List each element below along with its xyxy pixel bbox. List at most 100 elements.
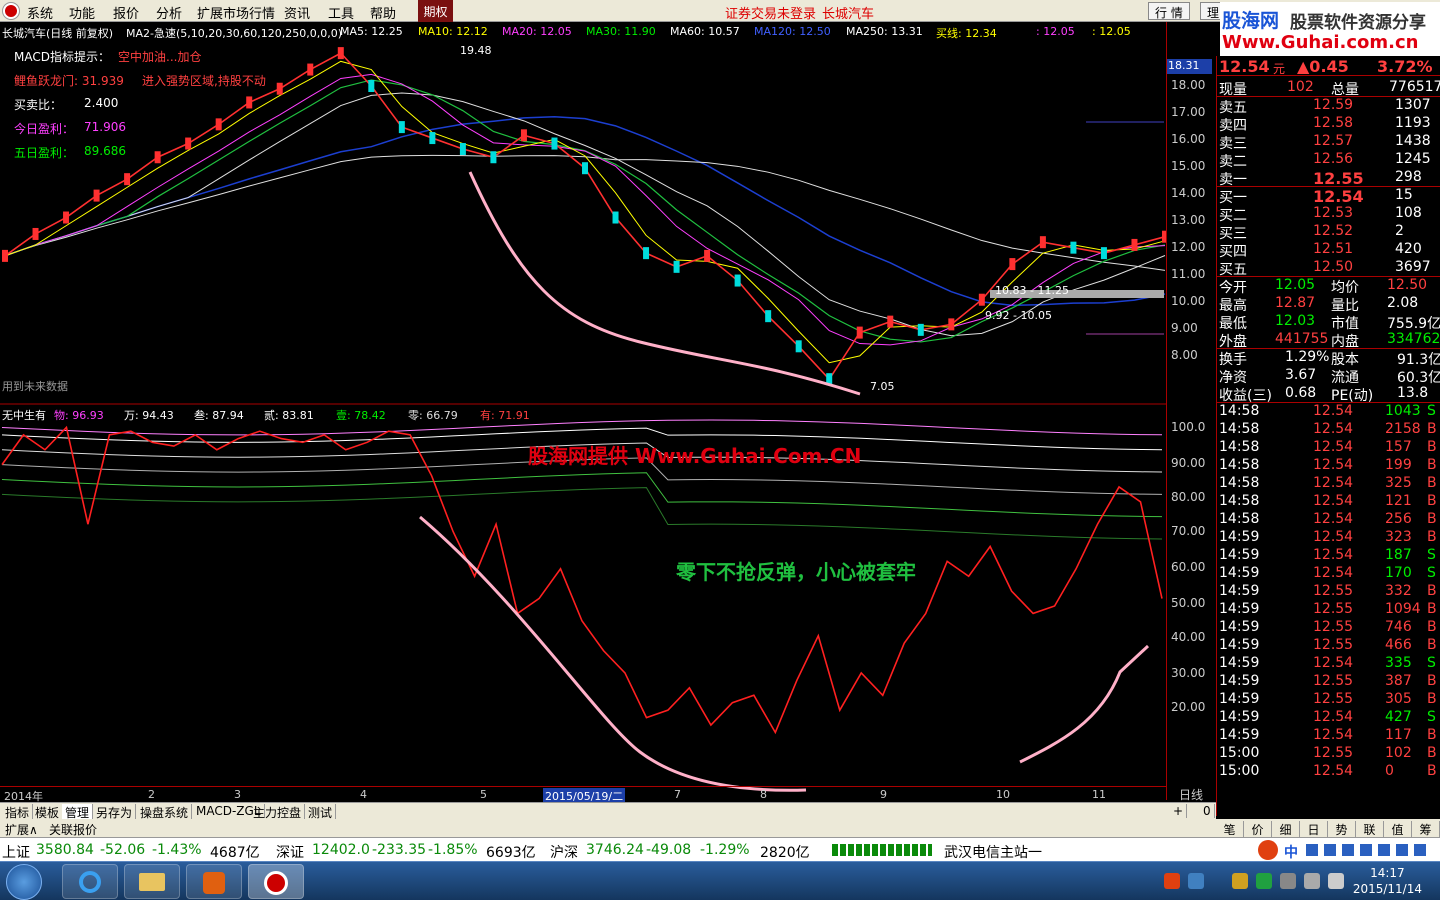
brand-banner: 股海网 股票软件资源分享 Www.Guhai.com.cn [1220, 2, 1440, 56]
chart-area[interactable]: 长城汽车(日线 前复权) MA2-急速(5,10,20,30,60,120,25… [0, 22, 1166, 802]
hangqing-button[interactable]: 行 情 [1148, 2, 1190, 20]
tray-flag-icon[interactable] [1280, 873, 1296, 889]
stock-app-taskbar-icon[interactable] [248, 864, 304, 899]
candle [1100, 247, 1107, 260]
login-status[interactable]: 证券交易未登录 [725, 3, 816, 22]
ma10-value: MA10: 12.12 [418, 25, 488, 38]
osc-name: 无中生有 [2, 409, 46, 422]
tick-volume: 121 [1385, 493, 1412, 509]
ask-row: 卖二 12.56 1245 [1217, 150, 1440, 170]
menu-function[interactable]: 功能 [69, 3, 95, 22]
candle [368, 80, 375, 92]
tick-row: 14:59 12.55 332 B [1217, 582, 1440, 600]
tray-monitor-icon[interactable] [1304, 873, 1320, 889]
menu-tools[interactable]: 工具 [328, 3, 354, 22]
candle [246, 96, 253, 109]
tray-network-icon[interactable] [1188, 873, 1204, 889]
menu-news[interactable]: 资讯 [284, 3, 310, 22]
reset-icon[interactable]: 0 [1200, 804, 1215, 818]
app-logo-icon[interactable] [3, 3, 19, 19]
candle [582, 162, 588, 175]
tab-xi[interactable]: 细 [1272, 821, 1300, 838]
ime-toolbar-icons[interactable] [1306, 844, 1426, 856]
system-clock[interactable]: 14:17 2015/11/14 [1353, 865, 1422, 897]
media-player-icon[interactable] [186, 864, 242, 899]
candle [276, 82, 283, 95]
menu-extended-market[interactable]: 扩展市场行情 [197, 3, 275, 22]
sh-change: -52.06 [100, 842, 146, 858]
menu-help[interactable]: 帮助 [370, 3, 396, 22]
tab-ri[interactable]: 日 [1300, 821, 1328, 838]
tab-chou[interactable]: 筹 [1412, 821, 1440, 838]
sh-pct: -1.43% [152, 842, 202, 858]
stock-name-notice: 长城汽车 [822, 7, 875, 22]
tab-jia[interactable]: 价 [1244, 821, 1272, 838]
tick-time: 14:59 [1219, 691, 1260, 707]
date-label: 2 [148, 788, 155, 801]
tick-row: 14:59 12.54 427 S [1217, 708, 1440, 726]
axis-label: 16.00 [1171, 132, 1206, 146]
menu-quote[interactable]: 报价 [113, 3, 139, 22]
tick-side: B [1427, 439, 1437, 455]
ime-icon[interactable] [1258, 840, 1278, 860]
tick-row: 14:59 12.55 746 B [1217, 618, 1440, 636]
tray-shield-icon[interactable] [1256, 873, 1272, 889]
tick-volume: 1094 [1385, 601, 1421, 617]
options-button[interactable]: 期权 [418, 0, 453, 22]
tab-related-quote[interactable]: 关联报价 [46, 821, 100, 838]
tab-zhi[interactable]: 值 [1384, 821, 1412, 838]
tick-time: 14:58 [1219, 421, 1260, 437]
tick-side: B [1427, 745, 1437, 761]
tab-extend[interactable]: 扩展∧ [2, 821, 41, 838]
jinri-label: 今日盈利： [14, 122, 75, 136]
bid-row: 买二 12.53 108 [1217, 204, 1440, 224]
tick-row: 14:58 12.54 121 B [1217, 492, 1440, 510]
file-explorer-icon[interactable] [124, 864, 180, 899]
candle [917, 323, 924, 336]
brand-url: Www.Guhai.com.cn [1222, 32, 1419, 53]
menu-system[interactable]: 系统 [27, 3, 53, 22]
tab-bi[interactable]: 笔 [1216, 821, 1244, 838]
period-label[interactable]: 日线 [1166, 786, 1216, 802]
tray-security-icon[interactable] [1232, 873, 1248, 889]
tab-lian[interactable]: 联 [1356, 821, 1384, 838]
stat-row: 外盘 441755 内盘 334762 [1217, 330, 1440, 350]
ime-chinese-icon[interactable]: 中 [1284, 842, 1298, 862]
tick-volume: 102 [1385, 745, 1412, 761]
ie-browser-icon[interactable] [62, 864, 118, 899]
tray-sogou-icon[interactable] [1164, 873, 1180, 889]
menu-analysis[interactable]: 分析 [156, 3, 182, 22]
stat-value: 2.08 [1387, 295, 1419, 311]
tick-row: 14:59 12.55 305 B [1217, 690, 1440, 708]
date-label: 11 [1092, 788, 1106, 801]
osc-er: 贰: 83.81 [264, 409, 314, 422]
quote-header: 12.54 元 ▲0.45 3.72% [1217, 56, 1440, 76]
tray-volume-icon[interactable] [1328, 873, 1344, 889]
zoom-in-icon[interactable]: + [1170, 804, 1188, 818]
tick-time: 14:58 [1219, 403, 1260, 419]
osc-axis-label: 60.00 [1171, 560, 1206, 574]
tick-volume: 335 [1385, 655, 1412, 671]
candle [948, 318, 955, 331]
osc-band-line [1, 419, 1163, 436]
index-status-bar: 上证 3580.84 -52.06 -1.43% 4687亿 深证 12402.… [0, 837, 1440, 861]
tick-price: 12.55 [1313, 673, 1354, 689]
tick-volume: 256 [1385, 511, 1412, 527]
tick-price: 12.55 [1313, 583, 1354, 599]
tick-volume: 199 [1385, 457, 1412, 473]
ask-price: 12.58 [1313, 115, 1354, 131]
start-button-icon[interactable] [6, 864, 42, 900]
stat-value: 441755 [1275, 331, 1329, 347]
server-station[interactable]: 武汉电信主站一 [944, 842, 1042, 862]
tick-time: 14:59 [1219, 727, 1260, 743]
bid-price: 12.51 [1313, 241, 1354, 257]
tab-shi[interactable]: 势 [1328, 821, 1356, 838]
ask-row: 卖四 12.58 1193 [1217, 114, 1440, 134]
candle [1009, 258, 1016, 271]
bid-row: 买一 12.54 15 [1217, 186, 1440, 206]
price-change: ▲0.45 [1297, 57, 1349, 76]
candle [520, 129, 527, 142]
sz-label: 深证 [276, 845, 304, 861]
tick-price: 12.54 [1313, 529, 1354, 545]
tick-side: B [1427, 601, 1437, 617]
